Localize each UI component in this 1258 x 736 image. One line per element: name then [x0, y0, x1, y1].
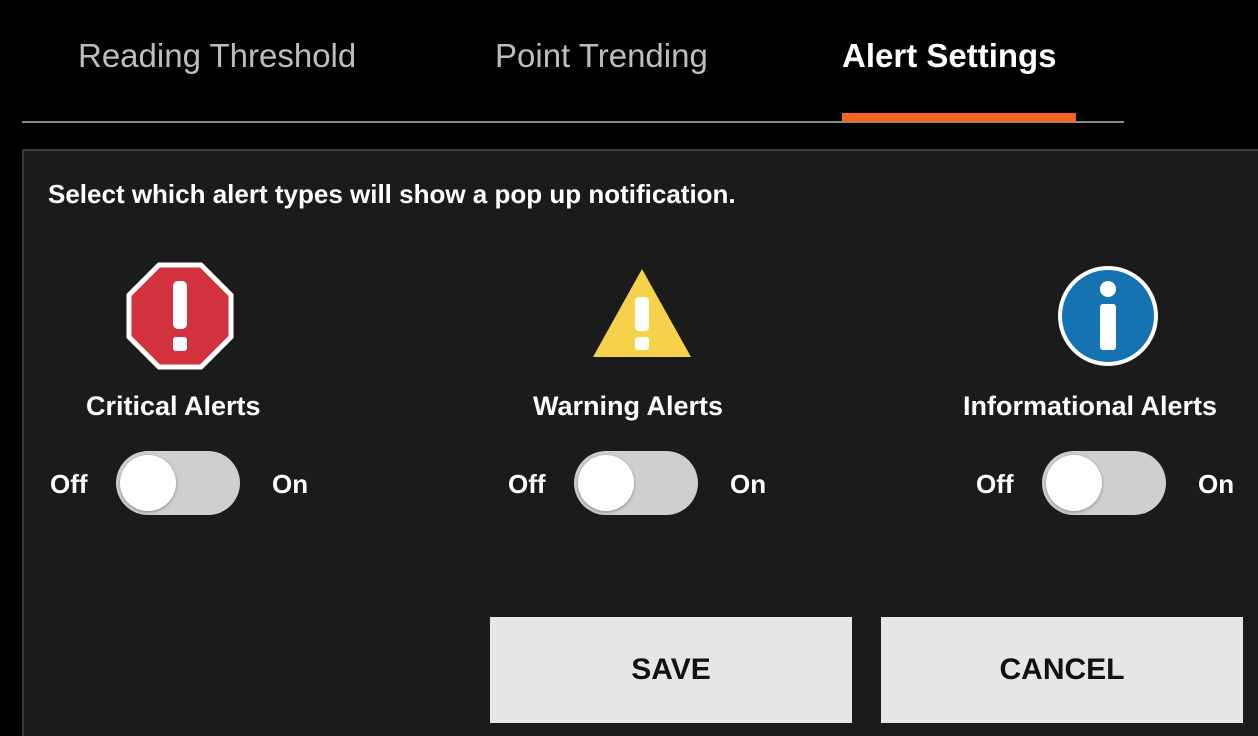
critical-alerts-label: Critical Alerts — [86, 391, 261, 421]
tab-bar: Reading Threshold Point Trending Alert S… — [0, 0, 1258, 128]
critical-octagon-icon — [126, 262, 234, 370]
warning-on-label: On — [730, 469, 767, 499]
toggle-knob — [120, 455, 176, 511]
warning-alert-group: Warning Alerts Off On — [477, 261, 797, 521]
info-toggle-row: Off On — [976, 451, 1258, 517]
cancel-button[interactable]: CANCEL — [881, 617, 1243, 723]
informational-alerts-toggle[interactable] — [1042, 451, 1166, 515]
toggle-knob — [1046, 455, 1102, 511]
info-circle-icon — [1058, 266, 1158, 366]
tab-alert-settings[interactable]: Alert Settings — [842, 30, 1057, 82]
info-alert-group: Informational Alerts Off On — [944, 261, 1258, 521]
info-on-label: On — [1198, 469, 1235, 499]
instruction-text: Select which alert types will show a pop… — [48, 179, 736, 209]
informational-alerts-label: Informational Alerts — [963, 391, 1218, 421]
critical-alert-group: Critical Alerts Off On — [24, 261, 344, 521]
info-off-label: Off — [976, 469, 1014, 499]
critical-off-label: Off — [50, 469, 88, 499]
tab-reading-threshold[interactable]: Reading Threshold — [78, 30, 356, 82]
toggle-knob — [578, 455, 634, 511]
warning-alerts-label: Warning Alerts — [533, 391, 724, 421]
tab-point-trending[interactable]: Point Trending — [495, 30, 708, 82]
warning-toggle-row: Off On — [508, 451, 828, 517]
warning-triangle-icon — [593, 269, 691, 357]
save-button[interactable]: SAVE — [490, 617, 852, 723]
critical-alerts-toggle[interactable] — [116, 451, 240, 515]
critical-toggle-row: Off On — [50, 451, 370, 517]
warning-alerts-toggle[interactable] — [574, 451, 698, 515]
warning-off-label: Off — [508, 469, 546, 499]
active-tab-indicator — [842, 113, 1076, 122]
alert-settings-panel: Select which alert types will show a pop… — [22, 149, 1258, 736]
critical-on-label: On — [272, 469, 309, 499]
alert-settings-page: Reading Threshold Point Trending Alert S… — [0, 0, 1258, 736]
